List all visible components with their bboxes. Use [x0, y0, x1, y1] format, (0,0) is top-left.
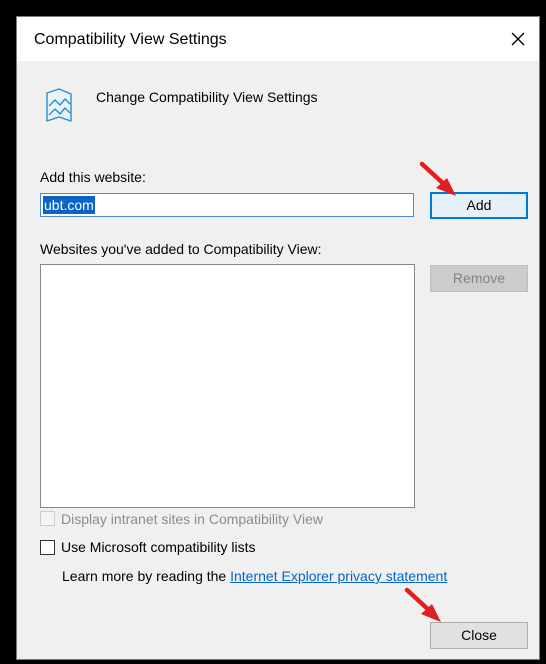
close-window-button[interactable]: [505, 26, 531, 52]
microsoft-lists-label: Use Microsoft compatibility lists: [61, 539, 256, 555]
learn-more-text: Learn more by reading the: [62, 568, 231, 584]
title-bar: Compatibility View Settings: [17, 17, 539, 61]
add-button[interactable]: Add: [430, 192, 528, 219]
added-websites-label: Websites you've added to Compatibility V…: [40, 241, 322, 257]
compatibility-view-icon: [46, 88, 72, 122]
website-input-value: ubt.com: [43, 196, 95, 214]
header-title: Change Compatibility View Settings: [96, 89, 318, 105]
compatibility-view-settings-dialog: Compatibility View Settings Change Compa…: [16, 16, 540, 660]
close-button[interactable]: Close: [430, 622, 528, 649]
close-icon: [511, 32, 525, 46]
added-websites-list[interactable]: [40, 264, 415, 508]
website-input[interactable]: ubt.com: [40, 193, 414, 217]
microsoft-lists-checkbox[interactable]: [40, 540, 55, 555]
privacy-statement-link[interactable]: Internet Explorer privacy statement: [230, 568, 447, 584]
intranet-sites-label: Display intranet sites in Compatibility …: [61, 511, 323, 527]
learn-more-line: Learn more by reading the Internet Explo…: [62, 568, 447, 584]
intranet-sites-checkbox[interactable]: [40, 511, 55, 526]
remove-button[interactable]: Remove: [430, 265, 528, 292]
add-website-label: Add this website:: [40, 169, 146, 185]
window-title: Compatibility View Settings: [34, 31, 227, 48]
